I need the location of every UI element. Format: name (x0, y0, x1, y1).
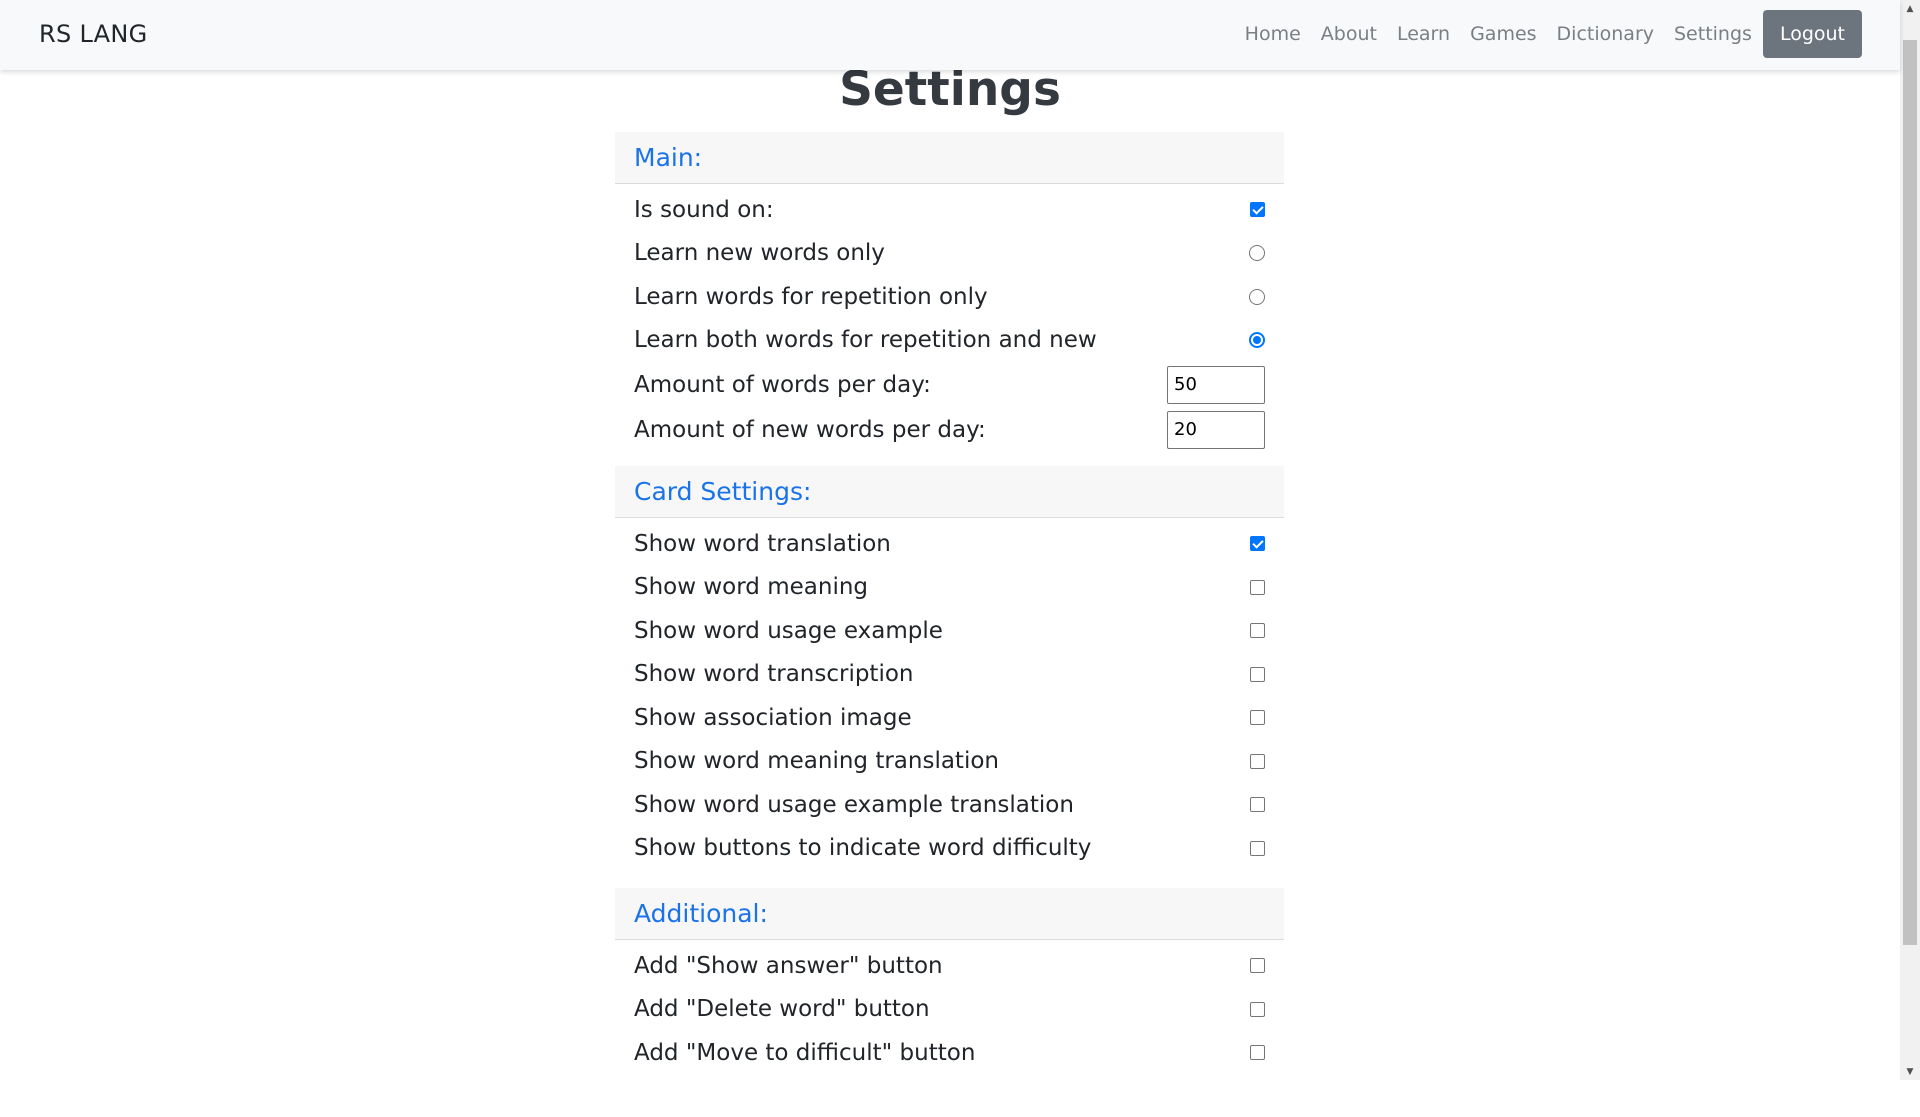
add-delete-word-checkbox[interactable] (1250, 1001, 1265, 1017)
setting-row-card: Show word transcription (615, 653, 1284, 697)
show-transcription-checkbox[interactable] (1250, 666, 1265, 682)
logout-button[interactable]: Logout (1762, 10, 1862, 58)
setting-row-new-words-per-day: Amount of new words per day: (615, 407, 1284, 452)
setting-label: Show word usage example (634, 617, 943, 644)
settings-form: Main: Is sound on: Learn new words only … (615, 132, 1284, 1075)
section-header-main: Main: (615, 132, 1284, 184)
section-additional: Add "Show answer" button Add "Delete wor… (615, 940, 1284, 1075)
nav-link-settings[interactable]: Settings (1664, 23, 1762, 45)
setting-row-mode-new: Learn new words only (615, 232, 1284, 276)
nav-link-about[interactable]: About (1311, 23, 1387, 45)
navbar: RS LANG Home About Learn Games Dictionar… (0, 0, 1900, 70)
mode-new-radio[interactable] (1249, 245, 1265, 262)
brand-logo[interactable]: RS LANG (39, 20, 148, 48)
mode-repeat-radio[interactable] (1249, 288, 1265, 305)
show-meaning-translation-checkbox[interactable] (1250, 753, 1265, 769)
setting-row-additional: Add "Delete word" button (615, 988, 1284, 1032)
setting-row-mode-both: Learn both words for repetition and new (615, 319, 1284, 363)
setting-label: Show buttons to indicate word difficulty (634, 835, 1092, 862)
scrollbar-thumb[interactable] (1903, 40, 1917, 945)
section-header-card: Card Settings: (615, 466, 1284, 518)
setting-label: Show association image (634, 704, 912, 731)
scroll-up-arrow-icon[interactable]: ▲ (1900, 0, 1920, 17)
setting-row-card: Show word usage example (615, 609, 1284, 653)
setting-row-card: Show buttons to indicate word difficulty (615, 827, 1284, 871)
setting-label: Add "Move to difficult" button (634, 1039, 976, 1066)
setting-label: Learn words for repetition only (634, 283, 988, 310)
show-usage-example-checkbox[interactable] (1250, 623, 1265, 639)
setting-label: Is sound on: (634, 196, 774, 223)
show-word-translation-checkbox[interactable] (1250, 536, 1265, 552)
setting-label: Show word meaning translation (634, 748, 999, 775)
setting-label: Learn new words only (634, 240, 885, 267)
nav-link-dictionary[interactable]: Dictionary (1547, 23, 1664, 45)
page-title: Settings (839, 62, 1061, 117)
setting-row-card: Show word meaning (615, 566, 1284, 610)
nav-link-home[interactable]: Home (1235, 23, 1311, 45)
show-difficulty-buttons-checkbox[interactable] (1250, 840, 1265, 856)
setting-label: Show word transcription (634, 661, 914, 688)
show-association-image-checkbox[interactable] (1250, 710, 1265, 726)
words-per-day-input[interactable] (1167, 365, 1265, 404)
section-header-additional: Additional: (615, 888, 1284, 940)
setting-label: Show word meaning (634, 574, 869, 601)
setting-row-mode-repeat: Learn words for repetition only (615, 275, 1284, 319)
nav-link-learn[interactable]: Learn (1387, 23, 1460, 45)
new-words-per-day-input[interactable] (1167, 410, 1265, 449)
section-card: Show word translation Show word meaning … (615, 518, 1284, 870)
scroll-down-arrow-icon[interactable]: ▼ (1900, 1063, 1920, 1080)
setting-row-sound: Is sound on: (615, 188, 1284, 232)
setting-row-additional: Add "Show answer" button (615, 944, 1284, 988)
setting-label: Learn both words for repetition and new (634, 327, 1097, 354)
setting-row-words-per-day: Amount of words per day: (615, 362, 1284, 407)
setting-label: Show word translation (634, 530, 891, 557)
add-move-to-difficult-checkbox[interactable] (1250, 1045, 1265, 1061)
setting-row-card: Show word meaning translation (615, 740, 1284, 784)
add-show-answer-checkbox[interactable] (1250, 958, 1265, 974)
mode-both-radio[interactable] (1249, 332, 1265, 349)
sound-checkbox[interactable] (1250, 202, 1265, 218)
setting-label: Add "Delete word" button (634, 996, 930, 1023)
show-word-meaning-checkbox[interactable] (1250, 579, 1265, 595)
setting-row-card: Show association image (615, 696, 1284, 740)
nav-links: Home About Learn Games Dictionary Settin… (1235, 10, 1862, 58)
setting-row-additional: Add "Move to difficult" button (615, 1031, 1284, 1075)
viewport: RS LANG Home About Learn Games Dictionar… (0, 0, 1920, 1117)
setting-row-card: Show word translation (615, 522, 1284, 566)
show-example-translation-checkbox[interactable] (1250, 797, 1265, 813)
section-main: Is sound on: Learn new words only Learn … (615, 184, 1284, 452)
setting-label: Show word usage example translation (634, 791, 1074, 818)
setting-row-card: Show word usage example translation (615, 783, 1284, 827)
setting-label: Amount of words per day: (634, 371, 931, 398)
nav-link-games[interactable]: Games (1460, 23, 1546, 45)
setting-label: Amount of new words per day: (634, 416, 986, 443)
setting-label: Add "Show answer" button (634, 952, 943, 979)
vertical-scrollbar[interactable]: ▲ ▼ (1900, 0, 1920, 1080)
